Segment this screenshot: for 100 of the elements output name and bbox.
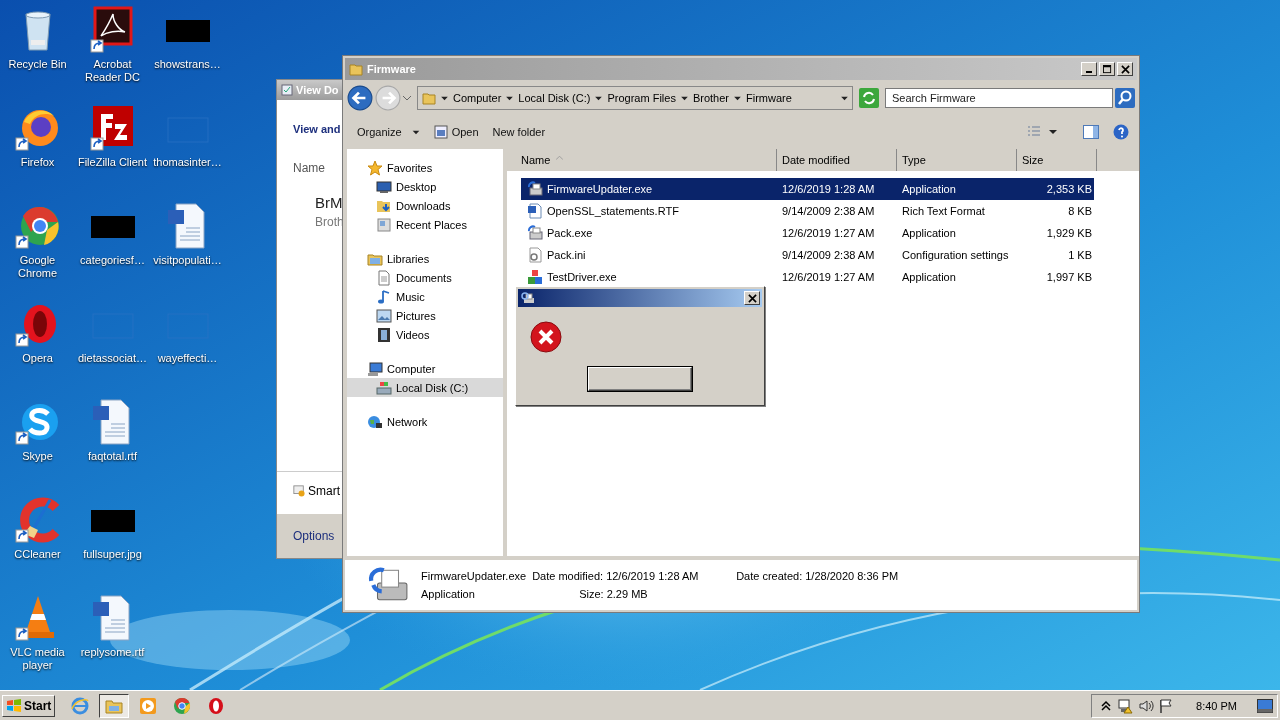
created-date: Date created: 1/28/2020 8:36 PM — [736, 570, 899, 582]
caret-icon[interactable] — [441, 95, 448, 101]
nav-item[interactable]: Recent Places — [347, 215, 503, 234]
close-icon — [747, 293, 757, 303]
nav-item[interactable]: Desktop — [347, 177, 503, 196]
icon-label: fullsuper.jpg — [82, 548, 143, 561]
sort-icon — [556, 154, 564, 160]
preview-pane-icon[interactable] — [1083, 124, 1099, 140]
nav-item[interactable]: Network — [347, 412, 503, 431]
organize-button[interactable]: Organize — [353, 124, 424, 140]
breadcrumb-item[interactable]: Local Disk (C:) — [518, 92, 591, 104]
options-link[interactable]: Options — [293, 529, 335, 543]
breadcrumb-item[interactable]: Program Files — [607, 92, 676, 104]
nav-item[interactable]: Downloads — [347, 196, 503, 215]
nav-item[interactable]: Favorites — [347, 158, 503, 177]
app-icon[interactable] — [13, 496, 62, 544]
icon-label: showstrans… — [153, 58, 222, 71]
refresh-icon[interactable] — [859, 88, 879, 108]
caret-icon[interactable] — [733, 95, 741, 101]
file-type: Application — [421, 588, 476, 600]
file-row[interactable]: Pack.exe 12/6/2019 1:27 AM Application 1,929 KB — [521, 222, 1094, 244]
flag-icon[interactable] — [1158, 697, 1175, 714]
date-cell-text: 9/14/2009 2:38 AM — [782, 249, 876, 261]
file-row[interactable]: Pack.ini 9/14/2009 2:38 AM Configuration settings 1 KB — [521, 244, 1094, 266]
breadcrumb-item[interactable]: Computer — [453, 92, 502, 104]
window-icon — [433, 125, 448, 139]
caret-icon[interactable] — [680, 95, 688, 101]
caret-icon — [411, 129, 420, 135]
caret-icon[interactable] — [841, 95, 848, 101]
file-row[interactable]: OpenSSL_statements.RTF 9/14/2009 2:38 AM Rich Text Format 8 KB — [521, 200, 1094, 222]
nav-item[interactable]: Documents — [347, 268, 503, 287]
printer-icon — [527, 225, 543, 241]
type-cell-text: Configuration settings — [902, 249, 1010, 261]
column-header[interactable]: Date modified — [777, 149, 897, 171]
nav-item[interactable]: Pictures — [347, 306, 503, 325]
icon-label: visitpopulati… — [152, 254, 223, 267]
column-header: Name — [293, 161, 326, 175]
breadcrumb-item[interactable]: Firmware — [745, 92, 792, 104]
dialog-button[interactable] — [588, 367, 692, 391]
new-folder-button[interactable]: New folder — [488, 124, 550, 140]
list-item[interactable]: Smart — [308, 484, 340, 498]
item-title: BrM — [315, 194, 344, 211]
minimize-icon — [1086, 71, 1092, 73]
back-icon[interactable] — [347, 85, 373, 111]
taskbar-button[interactable] — [99, 693, 130, 718]
nav-item[interactable]: Libraries — [347, 249, 503, 268]
icon-label: CCleaner — [13, 548, 62, 561]
address-bar[interactable]: Computer Local Disk (C:) Program Files Brother Firmware — [417, 86, 853, 110]
recent-icon — [376, 216, 392, 233]
blocks-icon — [527, 269, 543, 285]
icon-label: Skype — [21, 450, 54, 463]
start-button[interactable]: Start — [2, 694, 56, 717]
type-cell-text: Rich Text Format — [902, 205, 986, 217]
maximize-icon — [1102, 64, 1112, 74]
show-desktop-icon[interactable] — [1257, 698, 1273, 713]
nav-item[interactable]: Videos — [347, 325, 503, 344]
icon-label: Opera — [21, 352, 54, 365]
disk-icon — [376, 379, 392, 396]
date-cell-text: 12/6/2019 1:28 AM — [782, 183, 876, 195]
volume-icon[interactable] — [1138, 697, 1155, 714]
star-icon — [367, 159, 383, 176]
column-header[interactable]: Size — [1017, 149, 1097, 171]
maximize-button[interactable] — [1099, 62, 1115, 76]
error-icon — [530, 321, 562, 353]
column-header[interactable]: Type — [897, 149, 1017, 171]
music-icon — [376, 288, 392, 305]
caret-icon[interactable] — [506, 95, 514, 101]
file-name: OpenSSL_statements.RTF — [547, 205, 679, 217]
app-icon — [207, 696, 226, 715]
network-icon[interactable] — [1118, 697, 1135, 714]
icon-label: wayeffecti… — [156, 352, 219, 365]
close-icon — [1120, 64, 1130, 74]
view-options-icon[interactable] — [1027, 125, 1057, 139]
close-button[interactable] — [1117, 62, 1133, 76]
folder-icon — [422, 91, 436, 105]
caret-icon[interactable] — [595, 95, 603, 101]
browser-icon — [71, 696, 90, 715]
search-icon[interactable] — [1115, 88, 1135, 108]
breadcrumb-item[interactable]: Brother — [692, 92, 729, 104]
desktop-icon — [376, 178, 392, 195]
search-field[interactable]: Search Firmware — [885, 88, 1113, 108]
help-icon[interactable] — [1113, 124, 1129, 140]
file-name: FirmwareUpdater.exe — [547, 183, 653, 195]
size-cell-text: 8 KB — [1067, 205, 1093, 217]
file-row[interactable]: TestDriver.exe 12/6/2019 1:27 AM Application 1,997 KB — [521, 266, 1094, 288]
app-icon — [173, 696, 192, 715]
minimize-button[interactable] — [1081, 62, 1097, 76]
file-row[interactable]: FirmwareUpdater.exe 12/6/2019 1:28 AM Application 2,353 KB — [521, 178, 1094, 200]
column-header[interactable]: Name — [507, 149, 777, 171]
size-cell-text: 1,997 KB — [1045, 271, 1093, 283]
nav-item[interactable]: Computer — [347, 359, 503, 378]
nav-item[interactable]: Local Disk (C:) — [347, 378, 503, 397]
date-cell-text: 9/14/2009 2:38 AM — [782, 205, 876, 217]
documents-icon — [376, 269, 392, 286]
file-name: Pack.ini — [547, 249, 586, 261]
date-cell-text: 12/6/2019 1:27 AM — [782, 271, 876, 283]
type-cell-text: Application — [902, 271, 957, 283]
close-button[interactable] — [744, 291, 760, 305]
nav-item[interactable]: Music — [347, 287, 503, 306]
open-button[interactable]: Open — [429, 123, 483, 141]
